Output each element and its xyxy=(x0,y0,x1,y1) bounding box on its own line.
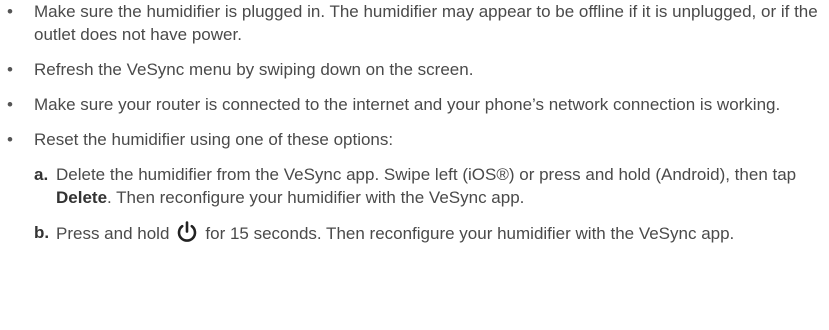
list-item-text: Refresh the VeSync menu by swiping down … xyxy=(34,60,474,79)
troubleshooting-list: • Make sure the humidifier is plugged in… xyxy=(0,0,829,245)
bullet-icon: • xyxy=(7,95,13,114)
sub-item-text-before: Press and hold xyxy=(56,224,170,243)
list-item: • Reset the humidifier using one of thes… xyxy=(0,128,829,245)
list-item: • Refresh the VeSync menu by swiping dow… xyxy=(0,58,829,81)
sub-item-text-before: Delete the humidifier from the VeSync ap… xyxy=(56,165,797,184)
sub-item-text-after: for 15 seconds. Then reconfigure your hu… xyxy=(205,224,735,243)
list-item-text: Make sure your router is connected to th… xyxy=(34,95,781,114)
sub-item-text: Press and hold for 15 seconds. Then recon… xyxy=(56,221,735,243)
sub-item-text-after: . Then reconfigure your humidifier with … xyxy=(107,188,525,207)
list-item-text: Reset the humidifier using one of these … xyxy=(34,130,394,149)
sub-list-item: b. Press and hold for 15 seconds. Then re… xyxy=(34,221,829,245)
bullet-icon: • xyxy=(7,60,13,79)
delete-keyword: Delete xyxy=(56,188,108,207)
sub-item-marker: a. xyxy=(34,165,49,184)
bullet-icon: • xyxy=(7,2,13,21)
sub-item-marker: b. xyxy=(34,223,50,242)
sub-list-item: a. Delete the humidifier from the VeSync… xyxy=(34,163,829,209)
instructions-page: • Make sure the humidifier is plugged in… xyxy=(0,0,829,330)
bullet-icon: • xyxy=(7,130,13,149)
power-icon xyxy=(175,221,199,243)
list-item: • Make sure the humidifier is plugged in… xyxy=(0,0,829,46)
sub-item-text: Delete the humidifier from the VeSync ap… xyxy=(56,165,796,207)
list-item: • Make sure your router is connected to … xyxy=(0,93,829,116)
list-item-text: Make sure the humidifier is plugged in. … xyxy=(34,2,818,44)
reset-options-list: a. Delete the humidifier from the VeSync… xyxy=(34,163,829,245)
